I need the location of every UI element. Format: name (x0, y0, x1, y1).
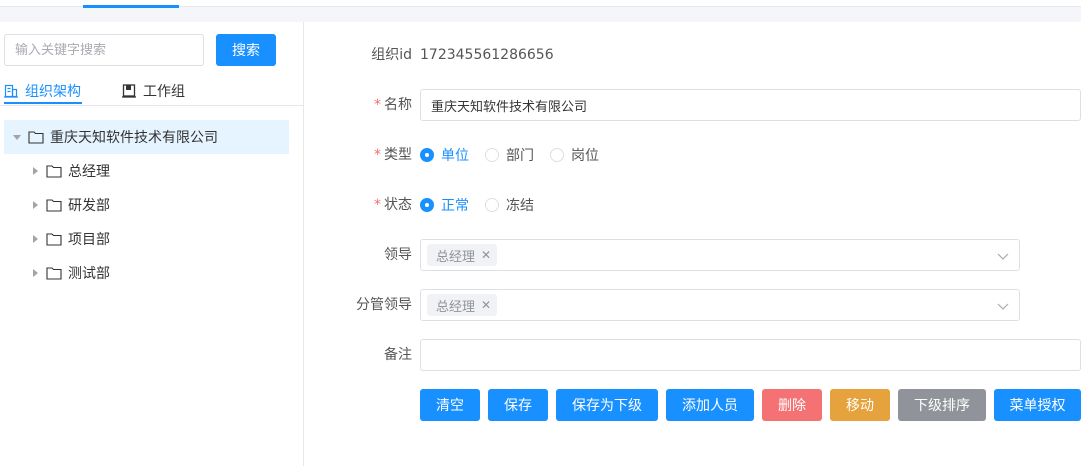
type-radio-position[interactable]: 岗位 (550, 145, 599, 165)
remark-label: 备注 (384, 347, 412, 363)
tree-node-label: 重庆天知软件技术有限公司 (50, 130, 218, 146)
detail-form: 组织id 172345561286656 *名称 *类型 单位 部门 岗位 *状… (304, 22, 1081, 466)
type-label: * 类型 (374, 147, 412, 163)
caret-down-icon[interactable] (12, 132, 22, 142)
status-radio-normal[interactable]: 正常 (420, 195, 469, 215)
folder-icon (46, 165, 62, 178)
tree-node[interactable]: 测试部 (4, 256, 289, 290)
status-radio-group: 正常 冻结 (420, 189, 550, 221)
radio-unchecked-icon (485, 198, 499, 212)
name-row: * 名称 (304, 89, 1081, 121)
leader-row: 领导 总经理 ✕ (304, 239, 1081, 271)
folder-icon (46, 267, 62, 280)
name-label: * 名称 (374, 97, 412, 113)
tag-close-icon[interactable]: ✕ (481, 298, 491, 312)
search-input[interactable] (4, 34, 204, 66)
deputy-leader-select[interactable]: 总经理 ✕ (420, 289, 1020, 321)
radio-checked-icon (420, 148, 434, 162)
tab-workgroup[interactable]: 工作组 (122, 76, 185, 106)
org-id-label: 组织id (371, 47, 412, 63)
tree-node[interactable]: 项目部 (4, 222, 289, 256)
type-radio-unit[interactable]: 单位 (420, 145, 469, 165)
org-id-row: 组织id 172345561286656 (304, 39, 1081, 71)
tree-node-label: 总经理 (68, 164, 110, 180)
search-button[interactable]: 搜索 (216, 34, 276, 66)
left-tabs: 组织架构 工作组 (0, 76, 303, 106)
move-button[interactable]: 移动 (830, 389, 890, 421)
type-row: * 类型 单位 部门 岗位 (304, 139, 1081, 171)
tree-node-label: 项目部 (68, 232, 110, 248)
leader-label: 领导 (384, 247, 412, 263)
leader-tag-label: 总经理 (436, 249, 476, 265)
tab-workgroup-label: 工作组 (143, 84, 185, 100)
tree-node-label: 测试部 (68, 266, 110, 282)
leader-select[interactable]: 总经理 ✕ (420, 239, 1020, 271)
tree-node-root[interactable]: 重庆天知软件技术有限公司 (4, 120, 289, 154)
left-tab-ink-bar (4, 102, 82, 104)
radio-checked-icon (420, 198, 434, 212)
caret-right-icon[interactable] (30, 200, 40, 210)
org-chart-icon (4, 84, 18, 98)
left-panel: 搜索 组织架构 工作组 重庆天知软件技术有限公司 (0, 22, 304, 466)
tab-org-structure-label: 组织架构 (25, 84, 81, 100)
status-label: * 状态 (374, 197, 412, 213)
clear-button[interactable]: 清空 (420, 389, 480, 421)
deputy-leader-tag: 总经理 ✕ (427, 294, 498, 316)
deputy-leader-row: 分管领导 总经理 ✕ (304, 289, 1081, 321)
chevron-down-icon[interactable] (997, 300, 1009, 312)
deputy-leader-tag-label: 总经理 (436, 299, 476, 315)
status-radio-frozen[interactable]: 冻结 (485, 195, 534, 215)
menu-authorize-button[interactable]: 菜单授权 (994, 389, 1081, 421)
caret-right-icon[interactable] (30, 234, 40, 244)
folder-icon (28, 131, 44, 144)
folder-icon (46, 233, 62, 246)
chevron-down-icon[interactable] (997, 250, 1009, 262)
remark-input[interactable] (421, 340, 1080, 370)
tree-node-label: 研发部 (68, 198, 110, 214)
caret-right-icon[interactable] (30, 166, 40, 176)
remark-row: 备注 (304, 339, 1081, 371)
child-sort-button[interactable]: 下级排序 (898, 389, 986, 421)
folder-icon (46, 199, 62, 212)
book-icon (122, 84, 136, 98)
name-input[interactable] (421, 90, 1080, 120)
delete-button[interactable]: 删除 (762, 389, 822, 421)
active-tab-indicator (83, 5, 179, 8)
tree-node[interactable]: 研发部 (4, 188, 289, 222)
save-as-child-button[interactable]: 保存为下级 (556, 389, 658, 421)
add-member-button[interactable]: 添加人员 (666, 389, 754, 421)
leader-tag: 总经理 ✕ (427, 244, 498, 266)
type-radio-group: 单位 部门 岗位 (420, 139, 615, 171)
radio-unchecked-icon (485, 148, 499, 162)
org-id-value: 172345561286656 (420, 47, 554, 63)
status-row: * 状态 正常 冻结 (304, 189, 1081, 221)
org-tree: 重庆天知软件技术有限公司 总经理 研发部 项目部 测试部 (4, 120, 289, 290)
tag-close-icon[interactable]: ✕ (481, 248, 491, 262)
radio-unchecked-icon (550, 148, 564, 162)
remark-field[interactable] (420, 339, 1081, 371)
name-field[interactable] (420, 89, 1081, 121)
caret-right-icon[interactable] (30, 268, 40, 278)
deputy-leader-label: 分管领导 (356, 297, 412, 313)
tree-node[interactable]: 总经理 (4, 154, 289, 188)
save-button[interactable]: 保存 (488, 389, 548, 421)
type-radio-department[interactable]: 部门 (485, 145, 534, 165)
top-tab-bar (0, 0, 1081, 22)
